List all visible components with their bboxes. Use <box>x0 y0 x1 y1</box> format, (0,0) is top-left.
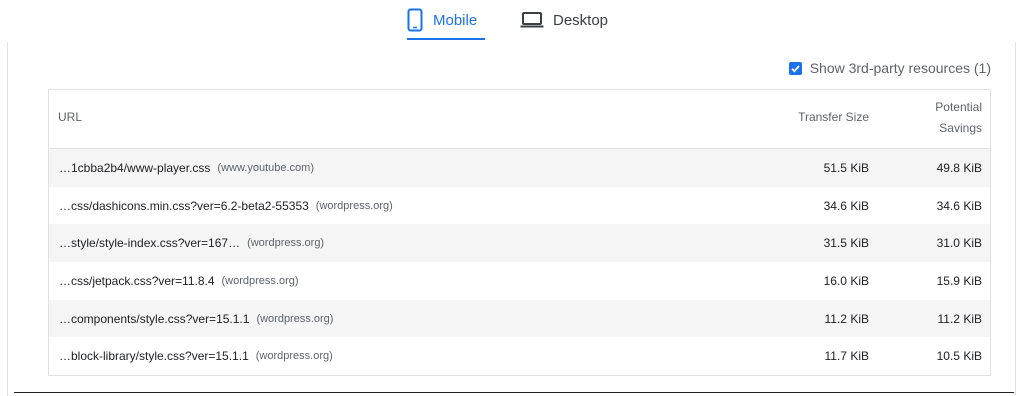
transfer-size-value: 51.5 KiB <box>823 160 869 175</box>
column-header-savings-line2: Savings <box>939 121 982 135</box>
resource-url[interactable]: …css/jetpack.css?ver=11.8.4 <box>59 274 215 288</box>
resource-url[interactable]: …block-library/style.css?ver=15.1.1 <box>59 349 249 363</box>
table-row: …css/dashicons.min.css?ver=6.2-beta2-553… <box>49 187 990 225</box>
table-row: …css/jetpack.css?ver=11.8.4 (wordpress.o… <box>49 262 990 300</box>
column-header-potential-savings: Potential Savings <box>902 97 982 138</box>
potential-savings-value: 10.5 KiB <box>936 349 982 364</box>
potential-savings-value: 34.6 KiB <box>936 198 982 213</box>
column-header-transfer-size: Transfer Size <box>798 110 869 124</box>
row-url-cell: …style/style-index.css?ver=167… (wordpre… <box>59 224 324 262</box>
tab-desktop-label: Desktop <box>553 11 609 29</box>
column-header-url: URL <box>58 110 83 124</box>
row-url-cell: …css/jetpack.css?ver=11.8.4 (wordpress.o… <box>59 262 299 300</box>
transfer-size-value: 16.0 KiB <box>823 273 869 288</box>
table-row: …style/style-index.css?ver=167… (wordpre… <box>49 224 990 263</box>
resource-origin: (wordpress.org) <box>247 237 325 250</box>
resource-origin: (wordpress.org) <box>221 274 299 287</box>
resource-url[interactable]: …style/style-index.css?ver=167… <box>59 236 240 250</box>
table-row: …block-library/style.css?ver=15.1.1 (wor… <box>49 337 990 375</box>
table-header: URL Transfer Size Potential Savings <box>49 90 990 149</box>
table-row: …components/style.css?ver=15.1.1 (wordpr… <box>49 299 990 338</box>
resource-url[interactable]: …components/style.css?ver=15.1.1 <box>59 312 249 326</box>
transfer-size-value: 11.7 KiB <box>824 349 869 364</box>
tab-desktop[interactable]: Desktop <box>520 0 620 40</box>
potential-savings-value: 15.9 KiB <box>936 273 982 288</box>
resource-origin: (wordpress.org) <box>256 312 334 325</box>
checkmark-icon <box>791 64 800 73</box>
potential-savings-value: 49.8 KiB <box>936 160 982 175</box>
third-party-toggle[interactable]: Show 3rd-party resources (1) <box>788 60 991 76</box>
potential-savings-value: 31.0 KiB <box>936 236 982 251</box>
tab-mobile-label: Mobile <box>433 11 478 29</box>
row-url-cell: …1cbba2b4/www-player.css (www.youtube.co… <box>59 149 314 187</box>
row-url-cell: …block-library/style.css?ver=15.1.1 (wor… <box>59 337 333 375</box>
smartphone-icon <box>407 8 423 32</box>
row-url-cell: …css/dashicons.min.css?ver=6.2-beta2-553… <box>59 187 393 225</box>
resource-origin: (wordpress.org) <box>255 350 333 363</box>
resources-table: URL Transfer Size Potential Savings …1cb… <box>48 89 991 376</box>
transfer-size-value: 11.2 KiB <box>824 311 869 326</box>
active-tab-indicator <box>407 38 485 40</box>
resource-origin: (wordpress.org) <box>315 199 393 212</box>
resource-url[interactable]: …1cbba2b4/www-player.css <box>59 161 210 175</box>
potential-savings-value: 11.2 KiB <box>937 311 982 326</box>
third-party-label: Show 3rd-party resources (1) <box>809 60 991 76</box>
column-header-savings-line1: Potential <box>935 100 982 114</box>
row-url-cell: …components/style.css?ver=15.1.1 (wordpr… <box>59 300 333 338</box>
transfer-size-value: 31.5 KiB <box>823 236 869 251</box>
resource-origin: (www.youtube.com) <box>217 161 314 174</box>
table-row: …1cbba2b4/www-player.css (www.youtube.co… <box>49 149 990 187</box>
laptop-icon <box>520 11 544 29</box>
device-tabs: Mobile Desktop <box>0 0 1024 42</box>
third-party-checkbox[interactable] <box>788 61 802 75</box>
transfer-size-value: 34.6 KiB <box>823 198 869 213</box>
section-divider <box>14 392 1014 393</box>
resource-url[interactable]: …css/dashicons.min.css?ver=6.2-beta2-553… <box>59 199 309 213</box>
tab-mobile[interactable]: Mobile <box>407 0 485 40</box>
